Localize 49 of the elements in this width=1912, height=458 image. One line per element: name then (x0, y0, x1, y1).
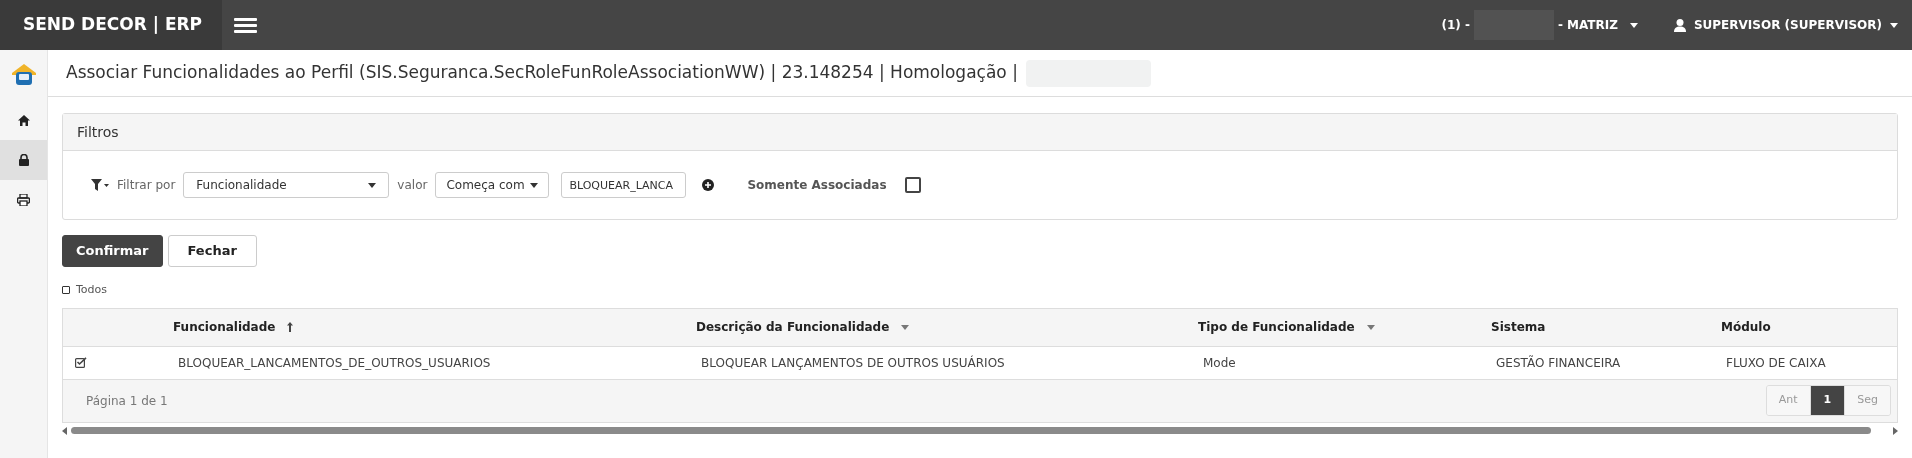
table-cell: BLOQUEAR LANÇAMENTOS DE OUTROS USUÁRIOS (701, 355, 1005, 370)
page-title: Associar Funcionalidades ao Perfil (SIS.Seguranca.SecRoleFunRoleAssociationWW) | 23.148254 | Homologação | (66, 61, 1018, 85)
user-name[interactable]: SUPERVISOR (SUPERVISOR) (1693, 16, 1882, 34)
caret-icon (368, 182, 377, 188)
only-associated-label: Somente Associadas (747, 177, 887, 194)
table-cell: GESTÃO FINANCEIRA (1496, 355, 1621, 370)
search-field[interactable]: BLOQUEAR_LANCA (561, 172, 687, 198)
column-header[interactable]: Descrição da Funcionalidade (696, 318, 890, 336)
home-icon (17, 114, 30, 126)
confirm-button[interactable]: Confirmar (62, 235, 163, 267)
page-info: Página 1 de 1 (86, 392, 168, 410)
row-checkbox[interactable] (75, 357, 87, 368)
lock-icon (18, 154, 29, 166)
caret-icon (530, 182, 539, 188)
checkbox[interactable] (904, 177, 921, 193)
sort-caret-icon (1366, 324, 1375, 330)
scroll-right-icon[interactable] (1893, 426, 1898, 435)
sort-caret-icon (901, 324, 910, 330)
sofa-house-icon (10, 63, 37, 87)
user-icon (1673, 18, 1686, 32)
column-header[interactable]: Funcionalidade (173, 318, 276, 336)
printer-icon (17, 194, 30, 206)
horizontal-scrollbar[interactable] (62, 424, 1898, 437)
table-cell: BLOQUEAR_LANCAMENTOS_DE_OUTROS_USUARIOS (178, 355, 491, 370)
sidebar-item[interactable] (0, 140, 47, 180)
panel-title: Filtros (77, 122, 119, 142)
operator-select[interactable]: Começa com (435, 172, 550, 198)
company-suffix[interactable]: - MATRIZ (1557, 16, 1618, 34)
scroll-left-icon[interactable] (62, 426, 67, 435)
filter-icon[interactable] (91, 179, 109, 191)
select-all-label: Todos (76, 282, 108, 298)
table-cell: FLUXO DE CAIXA (1726, 355, 1826, 370)
caret-icon (1890, 22, 1898, 28)
field-select[interactable]: Funcionalidade (183, 172, 390, 198)
caret-icon (1629, 22, 1638, 28)
sort-up-arrow-icon[interactable] (287, 322, 294, 332)
plus-circle-icon[interactable] (702, 179, 715, 191)
brand-title[interactable]: SEND DECOR | ERP (23, 12, 203, 38)
company-prefix[interactable]: (1) - (1441, 16, 1470, 34)
table-cell: Mode (1203, 355, 1236, 370)
filter-by-label: Filtrar por (117, 177, 176, 194)
pager-button[interactable]: 1 (1809, 386, 1845, 415)
checkbox[interactable] (62, 286, 70, 295)
menu-icon[interactable] (234, 16, 257, 34)
column-header[interactable]: Módulo (1721, 318, 1771, 336)
value-label: valor (397, 177, 428, 194)
column-header[interactable]: Sistema (1491, 318, 1546, 336)
column-header[interactable]: Tipo de Funcionalidade (1198, 318, 1355, 336)
close-button[interactable]: Fechar (167, 235, 257, 267)
